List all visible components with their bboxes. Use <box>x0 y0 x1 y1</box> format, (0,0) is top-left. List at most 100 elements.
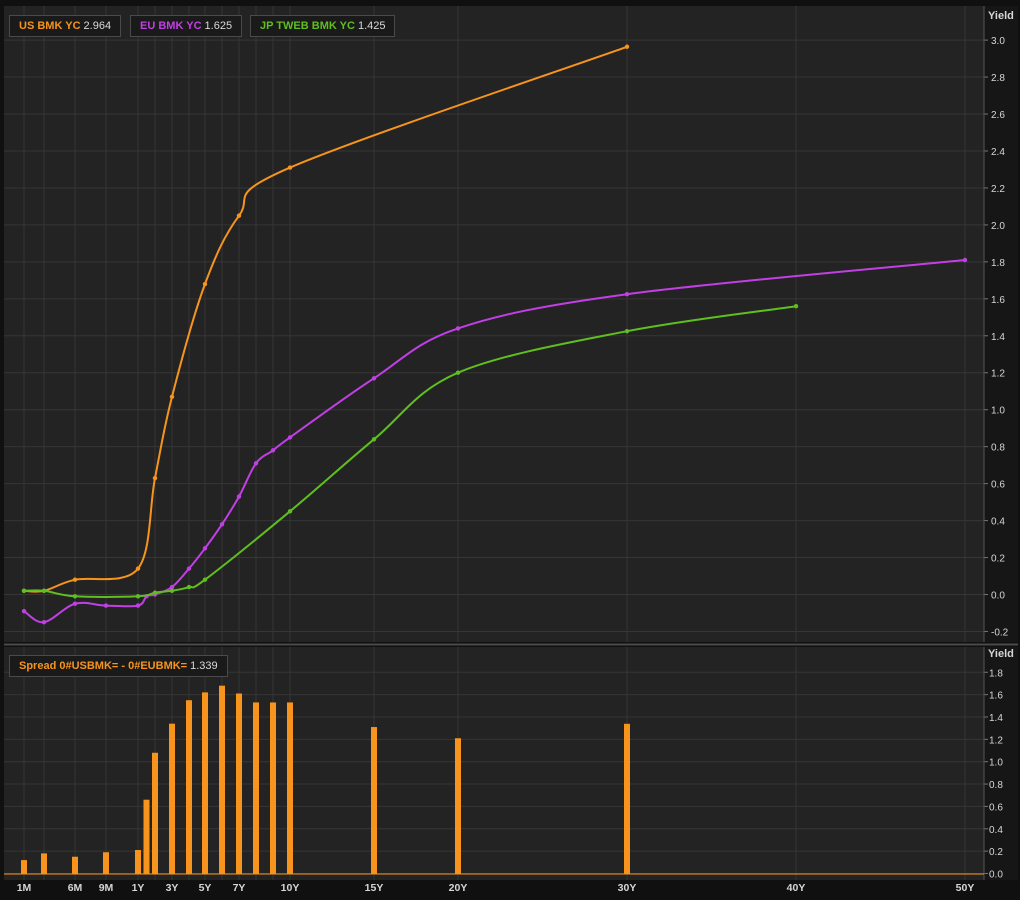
main-y-tick-label: 0.4 <box>991 517 1005 528</box>
legend-us[interactable]: US BMK YC 2.964 <box>9 15 122 37</box>
spread-bar[interactable] <box>186 700 192 874</box>
us-data-point[interactable] <box>169 394 175 399</box>
spread-bar[interactable] <box>455 738 461 874</box>
main-y-tick-label: 1.2 <box>991 369 1005 380</box>
eu-data-point[interactable] <box>236 494 242 499</box>
spread-y-tick-label: 0.0 <box>989 870 1003 881</box>
jp-data-point[interactable] <box>169 588 175 594</box>
yield-curve-chart: -0.2 0.0 0.2 0.4 0.6 0.8 1.0 1.2 1.4 1.6 1.8 2.0 2.2… <box>4 6 1018 894</box>
spread-bar[interactable] <box>202 692 208 874</box>
eu-data-point[interactable] <box>962 257 968 263</box>
x-tick-label: 40Y <box>787 882 806 894</box>
eu-data-point[interactable] <box>202 546 208 551</box>
main-y-tick-label: 0.0 <box>991 591 1005 602</box>
main-y-tick-label: 1.0 <box>991 406 1005 417</box>
main-y-axis-label: Yield <box>988 10 1014 22</box>
x-tick-label: 20Y <box>449 882 468 894</box>
x-tick-label: 10Y <box>281 882 300 894</box>
spread-bar[interactable] <box>21 860 27 874</box>
eu-data-point[interactable] <box>270 448 276 453</box>
eu-data-point[interactable] <box>287 435 293 440</box>
spread-bar[interactable] <box>143 799 150 874</box>
us-data-point[interactable] <box>202 281 208 287</box>
main-plot-area <box>4 6 984 642</box>
spread-y-tick-label: 0.4 <box>989 825 1003 836</box>
spread-y-tick-label: 0.2 <box>989 847 1003 858</box>
eu-data-point[interactable] <box>21 608 27 614</box>
spread-bar[interactable] <box>152 752 158 874</box>
main-y-axis-area <box>984 6 1018 642</box>
spread-bar[interactable] <box>253 702 259 874</box>
jp-data-point[interactable] <box>624 328 630 334</box>
spread-y-tick-label: 1.0 <box>989 758 1003 769</box>
legend-spread-value: 1.339 <box>190 660 218 672</box>
x-tick-label: 6M <box>68 882 83 894</box>
eu-data-point[interactable] <box>624 292 630 297</box>
main-y-tick-label: 1.8 <box>991 258 1005 269</box>
legend-eu-value: 1.625 <box>204 20 233 32</box>
legend-jp-value: 1.425 <box>357 20 386 32</box>
main-y-tick-label: 3.0 <box>991 36 1005 47</box>
x-tick-label: 30Y <box>618 882 637 894</box>
jp-data-point[interactable] <box>135 594 141 599</box>
spread-bar[interactable] <box>103 852 109 874</box>
x-tick-label: 1Y <box>132 882 145 894</box>
us-data-point[interactable] <box>236 213 242 218</box>
jp-data-point[interactable] <box>287 509 293 514</box>
spread-bar[interactable] <box>169 723 175 874</box>
x-tick-label: 9M <box>99 882 114 894</box>
main-y-tick-label: 2.6 <box>991 110 1005 121</box>
x-tick-label: 15Y <box>365 882 384 894</box>
jp-data-point[interactable] <box>152 590 158 595</box>
main-y-tick-label: 1.6 <box>991 295 1005 306</box>
legend-jp[interactable]: JP TWEB BMK YC 1.425 <box>250 15 396 37</box>
jp-data-point[interactable] <box>455 370 461 375</box>
us-data-point[interactable] <box>624 44 630 49</box>
main-y-tick-label: 0.6 <box>991 480 1005 491</box>
eu-data-point[interactable] <box>103 603 109 608</box>
legend-eu[interactable]: EU BMK YC 1.625 <box>130 15 243 37</box>
eu-data-point[interactable] <box>455 326 461 331</box>
eu-data-point[interactable] <box>135 603 141 608</box>
us-data-point[interactable] <box>72 577 78 582</box>
x-tick-label: 1M <box>17 882 32 894</box>
main-y-tick-label: 0.8 <box>991 443 1005 454</box>
spread-bar[interactable] <box>371 727 377 874</box>
legend-spread[interactable]: Spread 0#USBMK= - 0#EUBMK= 1.339 <box>9 655 228 677</box>
us-data-point[interactable] <box>287 165 293 170</box>
spread-bar[interactable] <box>270 702 276 874</box>
yield-curve-chart-window: -0.2 0.0 0.2 0.4 0.6 0.8 1.0 1.2 1.4 1.6 1.8 2.0 2.2… <box>0 0 1020 895</box>
eu-data-point[interactable] <box>219 522 225 527</box>
jp-data-point[interactable] <box>41 588 47 594</box>
spread-bar[interactable] <box>287 702 293 874</box>
eu-data-point[interactable] <box>72 601 78 606</box>
jp-data-point[interactable] <box>793 304 799 309</box>
us-data-point[interactable] <box>135 566 141 571</box>
main-y-tick-label: 1.4 <box>991 332 1005 343</box>
spread-bar[interactable] <box>219 685 225 874</box>
jp-data-point[interactable] <box>202 577 208 582</box>
main-y-tick-label: -0.2 <box>991 627 1009 638</box>
x-tick-label: 5Y <box>199 882 212 894</box>
spread-bar[interactable] <box>41 853 47 874</box>
spread-bar[interactable] <box>624 723 630 874</box>
eu-data-point[interactable] <box>41 620 47 625</box>
spread-y-axis-label: Yield <box>988 648 1014 660</box>
x-tick-label: 3Y <box>166 882 179 894</box>
jp-data-point[interactable] <box>371 437 377 442</box>
spread-plot-area <box>4 647 984 880</box>
spread-y-tick-label: 1.8 <box>989 668 1003 679</box>
jp-data-point[interactable] <box>21 588 27 594</box>
jp-data-point[interactable] <box>72 594 78 599</box>
jp-data-point[interactable] <box>186 584 192 590</box>
spread-bar[interactable] <box>236 693 242 874</box>
eu-data-point[interactable] <box>186 566 192 571</box>
spread-bar[interactable] <box>72 856 78 874</box>
x-tick-label: 50Y <box>956 882 975 894</box>
spread-bar[interactable] <box>135 850 141 874</box>
legend-us-value: 2.964 <box>83 20 112 32</box>
x-tick-label: 7Y <box>233 882 246 894</box>
eu-data-point[interactable] <box>253 461 259 466</box>
eu-data-point[interactable] <box>371 376 377 381</box>
us-data-point[interactable] <box>152 475 158 481</box>
